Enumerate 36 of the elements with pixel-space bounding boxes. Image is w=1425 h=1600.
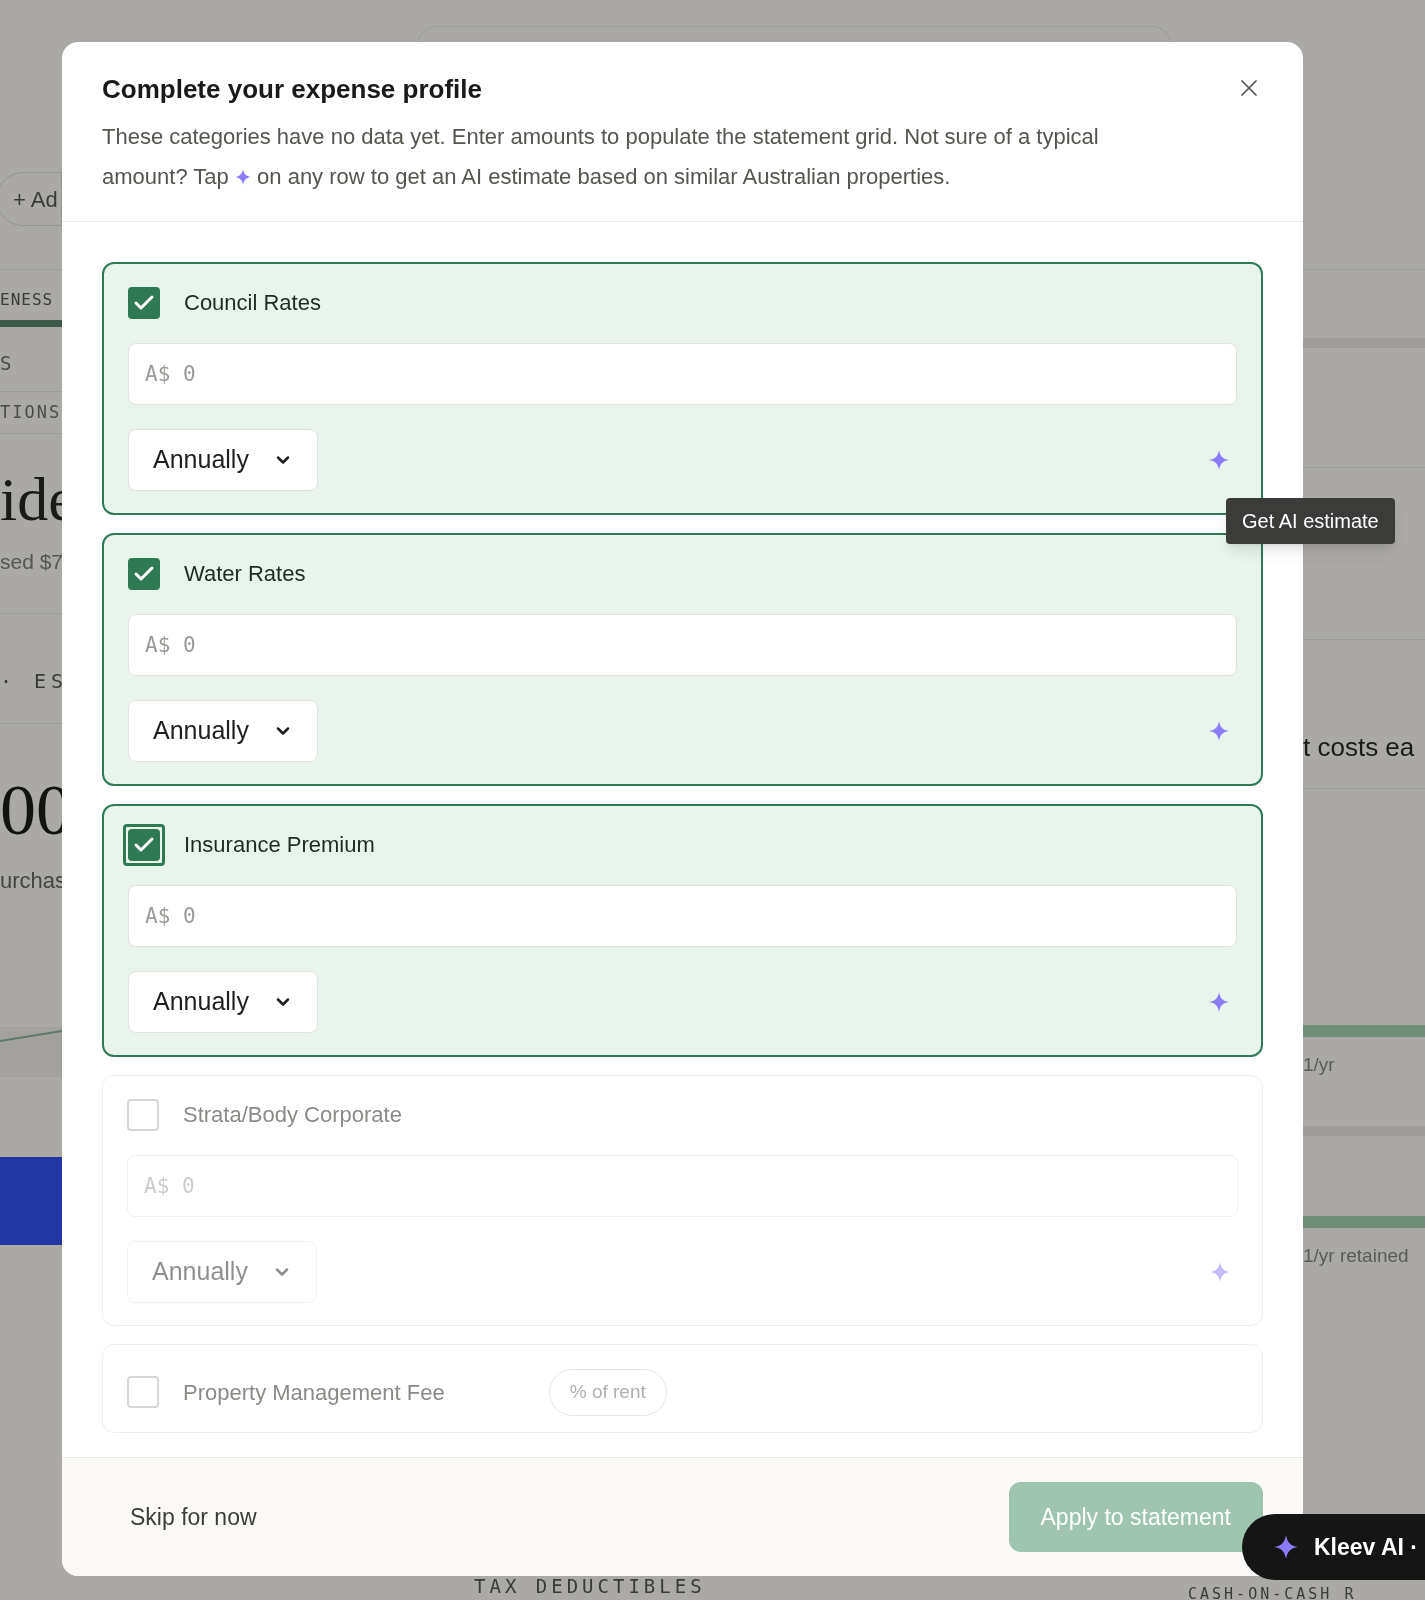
checkbox[interactable] (128, 286, 160, 319)
sparkle-icon (1209, 992, 1229, 1012)
category-name: Water Rates (184, 560, 306, 588)
sparkle-icon (1209, 721, 1229, 741)
bar-caption: 1/yr retained (1303, 1243, 1410, 1268)
tab-label[interactable]: ENESS (0, 288, 54, 312)
checkbox[interactable] (127, 1098, 159, 1131)
category-name: Council Rates (184, 289, 321, 317)
checkbox[interactable] (128, 557, 160, 590)
sparkle-icon (234, 169, 251, 185)
amount-field[interactable]: A$ 0 (128, 343, 1237, 405)
sparkle-icon (1274, 1535, 1298, 1559)
bar-caption: 1/yr (1303, 1053, 1336, 1077)
column-label: CASH-ON-CASH R (1188, 1587, 1358, 1600)
frequency-select[interactable]: Annually (128, 700, 318, 762)
tooltip: Get AI estimate (1226, 498, 1395, 544)
category-name: Property Management Fee (183, 1378, 445, 1407)
section-heading: t costs ea (1303, 731, 1416, 764)
sparkle-icon (1209, 450, 1229, 470)
checkbox[interactable] (127, 1376, 159, 1409)
amount-field[interactable]: A$ 0 (128, 614, 1237, 676)
modal-description: These categories have no data yet. Enter amounts to populate the statement grid. Not sure of a typical amount? Tap on any row to get an AI estimate based on similar Australian properties. (102, 123, 1100, 191)
column-label: TAX DEDUCTIBLES (474, 1573, 706, 1599)
page-subheading: sed $7 (0, 549, 62, 575)
frequency-select[interactable]: Annually (128, 429, 318, 491)
frequency-select[interactable]: Annually (128, 971, 318, 1033)
nav-item[interactable]: S (0, 349, 62, 378)
sparkle-icon (1210, 1262, 1230, 1282)
tab-indicator (0, 320, 62, 327)
modal-title: Complete your expense profile (102, 73, 482, 106)
assistant-button[interactable]: Kleev AI · (1242, 1514, 1425, 1580)
category-name: Insurance Premium (184, 831, 375, 859)
amount-field[interactable]: A$ 0 (128, 885, 1237, 947)
skip-button[interactable]: Skip for now (130, 1499, 257, 1535)
section-label: · ES (0, 667, 62, 695)
category-name: Strata/Body Corporate (183, 1101, 402, 1129)
